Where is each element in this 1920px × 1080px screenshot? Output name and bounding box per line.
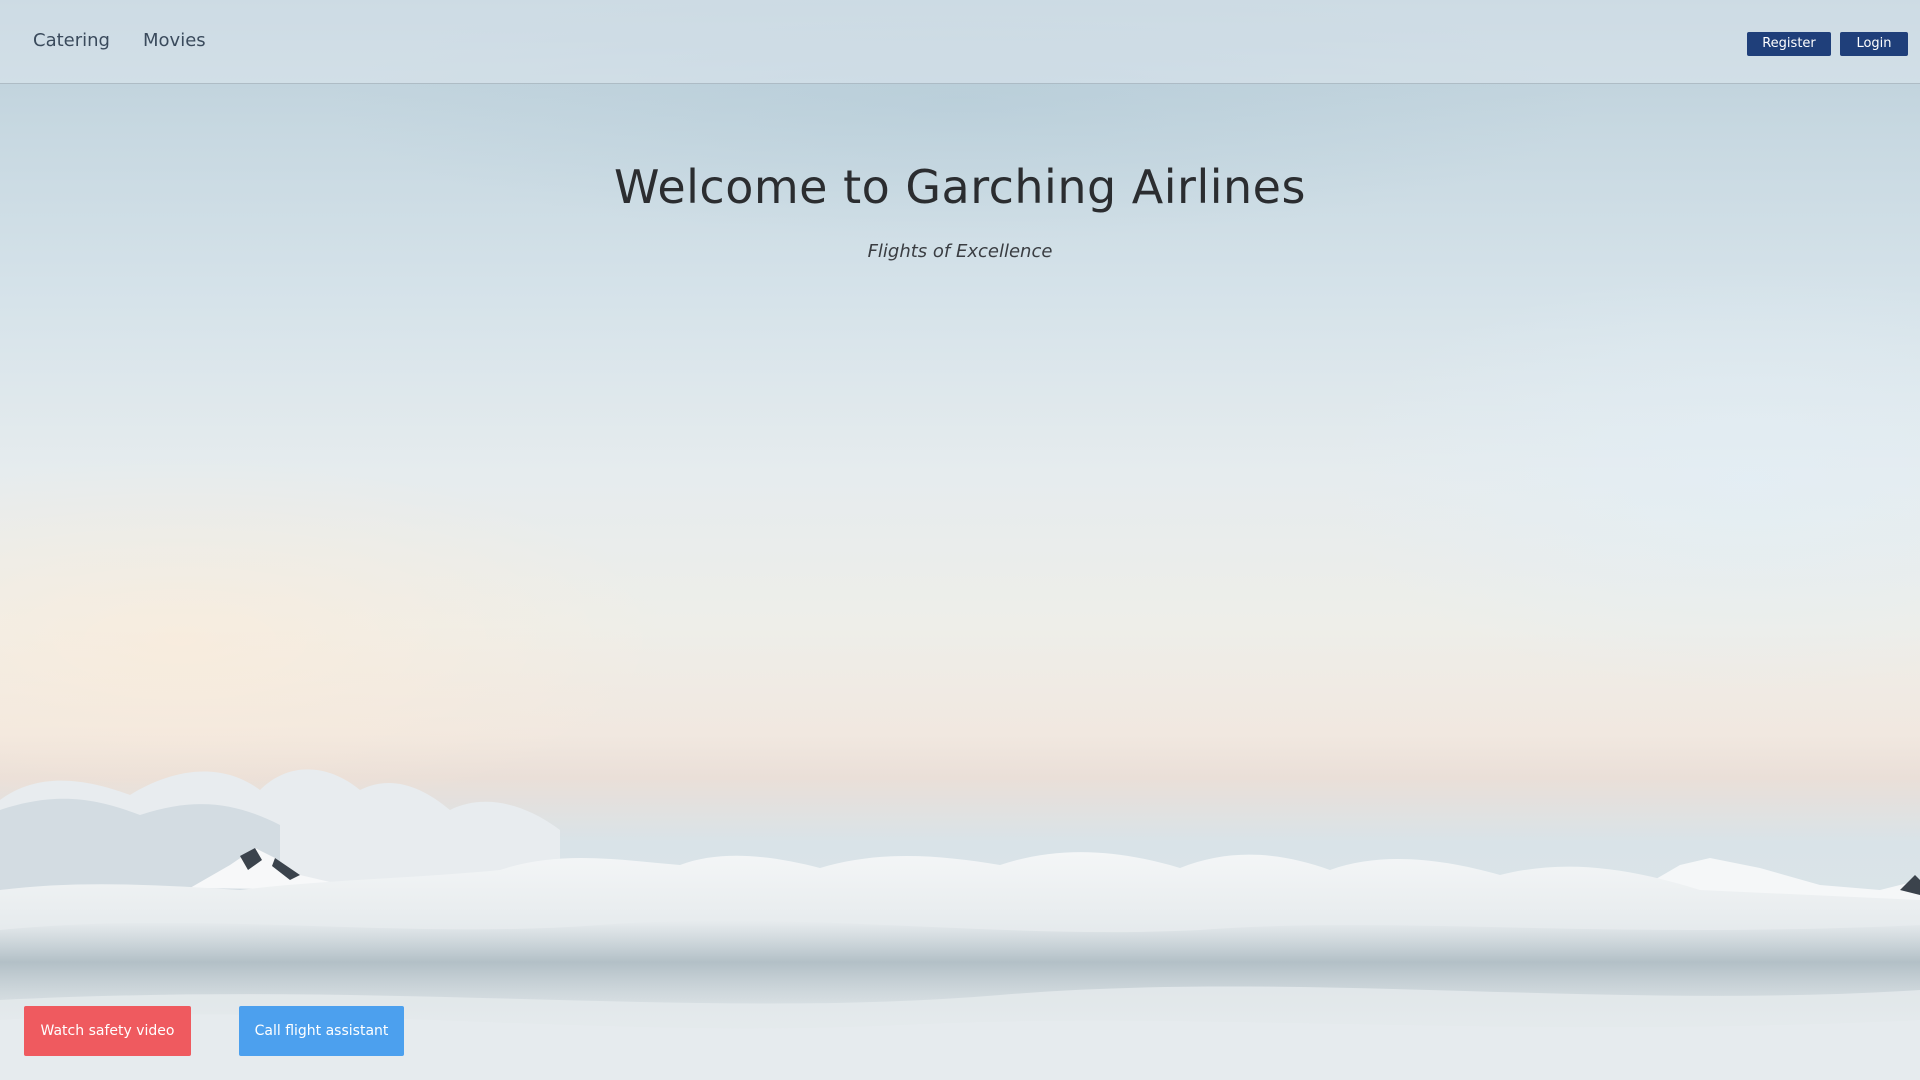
page: Catering Movies Register Login Welcome t… bbox=[0, 0, 1920, 1080]
call-flight-assistant-button[interactable]: Call flight assistant bbox=[239, 1006, 404, 1056]
watch-safety-video-button[interactable]: Watch safety video bbox=[24, 1006, 191, 1056]
hero-title: Welcome to Garching Airlines bbox=[614, 160, 1306, 214]
login-button[interactable]: Login bbox=[1840, 32, 1908, 56]
nav-link-catering[interactable]: Catering bbox=[33, 30, 110, 51]
top-navbar: Catering Movies Register Login bbox=[0, 0, 1920, 84]
register-button[interactable]: Register bbox=[1747, 32, 1831, 56]
hero-subtitle: Flights of Excellence bbox=[867, 241, 1053, 262]
nav-link-movies[interactable]: Movies bbox=[143, 30, 206, 51]
